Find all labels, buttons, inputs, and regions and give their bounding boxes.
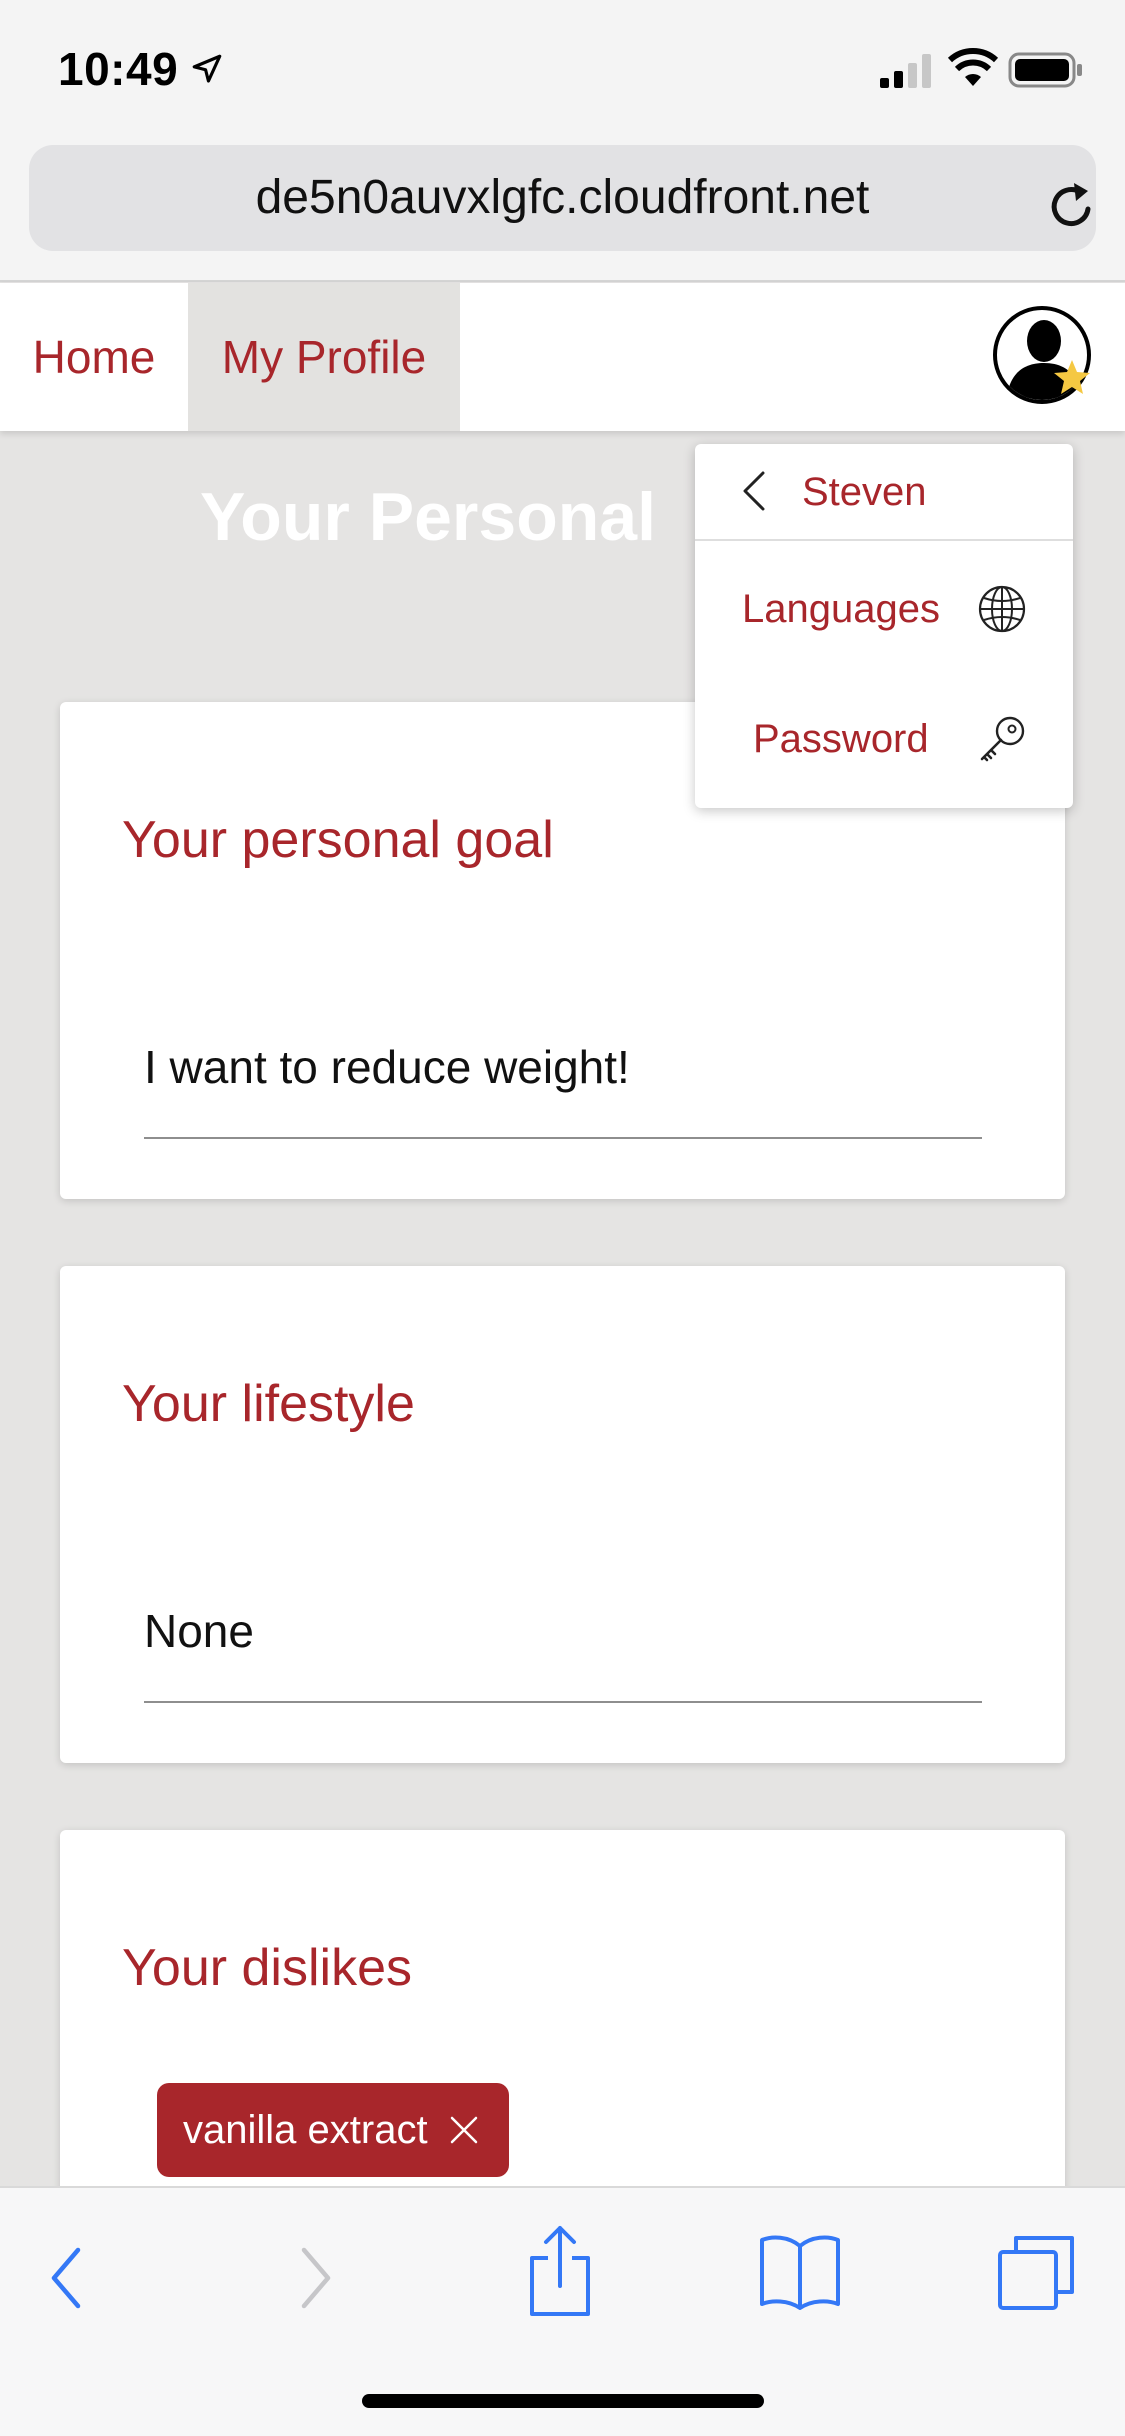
location-arrow-icon xyxy=(192,54,222,83)
goal-input[interactable]: I want to reduce weight! xyxy=(144,1040,630,1094)
nav-my-profile-link[interactable]: My Profile xyxy=(188,283,460,431)
lifestyle-select[interactable]: None xyxy=(144,1604,254,1658)
goal-title: Your personal goal xyxy=(122,811,554,869)
page-title: Your Personal xyxy=(200,479,656,555)
forward-icon xyxy=(301,2247,331,2309)
status-bar: 10:49 xyxy=(0,0,1125,135)
share-icon[interactable] xyxy=(524,2224,596,2318)
lifestyle-title: Your lifestyle xyxy=(122,1375,415,1433)
signal-icon xyxy=(880,54,931,88)
menu-item-password[interactable]: Password xyxy=(695,684,1073,794)
globe-icon xyxy=(978,585,1026,633)
nav-home-link[interactable]: Home xyxy=(0,283,188,431)
lifestyle-select-underline xyxy=(144,1701,982,1703)
goal-input-underline xyxy=(144,1137,982,1139)
menu-item-languages-label: Languages xyxy=(742,587,940,631)
browser-address-area: de5n0auvxlgfc.cloudfront.net xyxy=(0,135,1125,282)
tabs-icon[interactable] xyxy=(996,2232,1078,2314)
chevron-left-icon[interactable] xyxy=(739,470,769,512)
close-icon[interactable] xyxy=(449,2115,479,2145)
dropdown-header[interactable]: Steven xyxy=(695,444,1073,541)
key-icon xyxy=(980,716,1025,762)
home-indicator xyxy=(362,2394,764,2408)
avatar-icon[interactable] xyxy=(992,305,1096,409)
menu-item-languages[interactable]: Languages xyxy=(695,554,1073,664)
dislike-chip: vanilla extract xyxy=(157,2083,509,2177)
url-text[interactable]: de5n0auvxlgfc.cloudfront.net xyxy=(29,145,1096,251)
wifi-icon xyxy=(948,48,998,86)
lifestyle-card: Your lifestyle None xyxy=(60,1266,1065,1763)
top-nav: Home My Profile xyxy=(0,283,1125,431)
menu-item-password-label: Password xyxy=(753,717,929,761)
bookmarks-icon[interactable] xyxy=(758,2232,842,2310)
dislikes-title: Your dislikes xyxy=(122,1939,413,1997)
status-time: 10:49 xyxy=(58,43,179,95)
address-bar[interactable]: de5n0auvxlgfc.cloudfront.net xyxy=(29,145,1096,251)
battery-icon xyxy=(1008,52,1082,88)
user-dropdown-menu: Steven Languages Password xyxy=(695,444,1073,808)
dislike-chip-label: vanilla extract xyxy=(183,2108,428,2152)
back-icon[interactable] xyxy=(44,2244,88,2312)
dropdown-username: Steven xyxy=(802,470,927,514)
reload-icon[interactable] xyxy=(1044,179,1100,235)
